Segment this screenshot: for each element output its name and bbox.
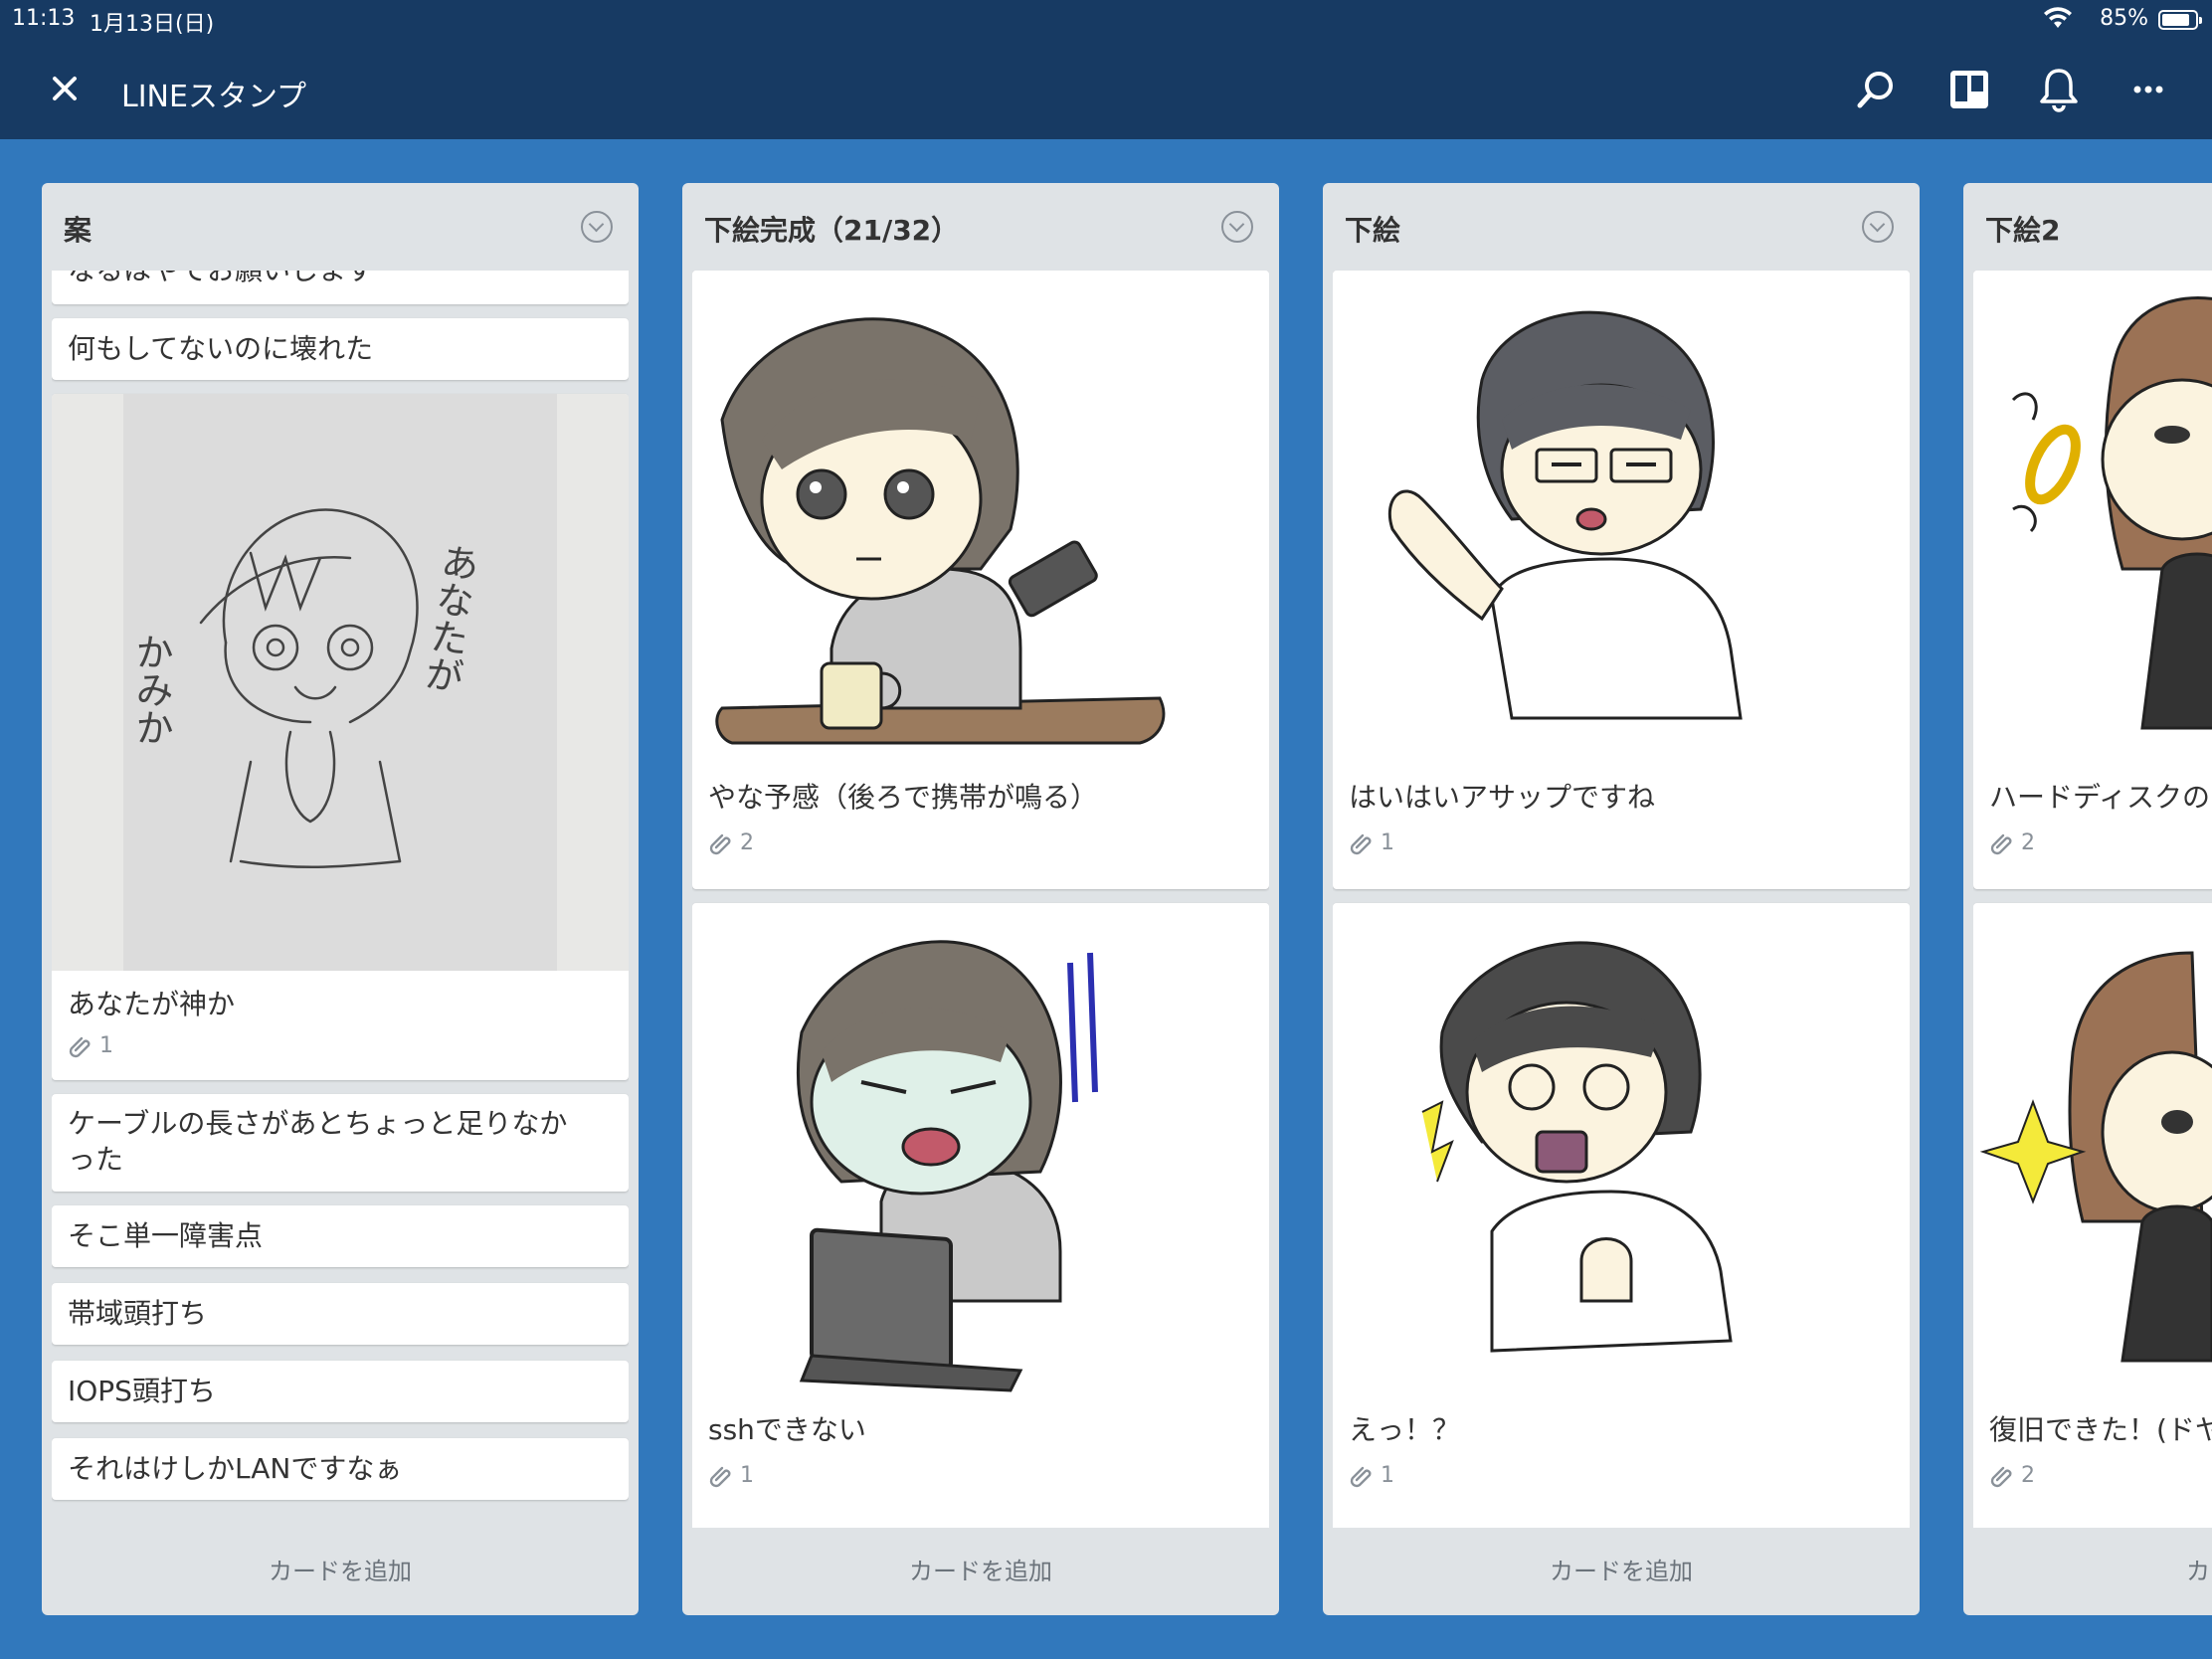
battery-icon (2158, 10, 2202, 30)
list: 下絵2 ハードディスクの 2 復旧できた！(ドヤ 2 カ (1963, 183, 2212, 1615)
attachment-count: 2 (2021, 830, 2035, 855)
attachment-count: 1 (1381, 1462, 1394, 1488)
attachment-count: 1 (740, 1462, 754, 1488)
card[interactable]: はいはいアサップですね 1 (1333, 271, 1910, 889)
wifi-icon (2043, 6, 2073, 36)
board: 案 なるはやでお願いします 何もしてないのに壊れた (0, 139, 2212, 1659)
add-card-button[interactable]: カ (1963, 1528, 2212, 1615)
list-title: 下絵 (1345, 214, 1401, 247)
card[interactable]: sshできない 1 (692, 903, 1269, 1528)
add-card-button[interactable]: カードを追加 (682, 1528, 1279, 1615)
paperclip-icon (1350, 1466, 1372, 1488)
card-title: なるはやでお願いします (68, 271, 374, 288)
attachment-badge: 2 (708, 830, 754, 855)
card-title: 何もしてないのに壊れた (68, 332, 374, 365)
card-cover-illustration (1333, 271, 1910, 768)
card-cover-illustration (1973, 903, 2212, 1400)
list-menu-icon[interactable] (1862, 211, 1894, 243)
card-cover-illustration (1333, 903, 1910, 1400)
card[interactable]: やな予感（後ろで携帯が鳴る） 2 (692, 271, 1269, 889)
list-title: 下絵2 (1985, 214, 2061, 247)
list-menu-icon[interactable] (581, 211, 613, 243)
board-header: LINEスタンプ (0, 40, 2212, 139)
card-cover-illustration (692, 271, 1269, 768)
card-cover-sketch: あなたが かみか (52, 394, 629, 971)
list-cards: なるはやでお願いします 何もしてないのに壊れた (52, 271, 629, 1528)
card[interactable]: IOPS頭打ち (52, 1361, 629, 1422)
list-cards: ハードディスクの 2 復旧できた！(ドヤ 2 (1973, 271, 2212, 1528)
sketch-text: かみか (129, 633, 173, 746)
bell-icon[interactable] (2031, 62, 2087, 117)
close-icon[interactable] (40, 64, 90, 113)
list: 下絵 はいはいアサップですね 1 えっ！？ 1 カードを追加 (1323, 183, 1920, 1615)
card-title: はいはいアサップですね (1349, 781, 1656, 814)
attachment-badge: 2 (1989, 830, 2035, 855)
paperclip-icon (1990, 833, 2012, 855)
battery-percent: 85% (2100, 6, 2148, 31)
list-title: 案 (64, 214, 92, 247)
list-title: 下絵完成（21/32） (704, 214, 960, 247)
card-title: やな予感（後ろで携帯が鳴る） (708, 781, 1099, 814)
attachment-badge: 1 (1349, 830, 1394, 855)
list-header: 案 (42, 183, 639, 271)
attachment-badge: 2 (1989, 1462, 2035, 1488)
card-title-cont: った (68, 1143, 124, 1176)
card[interactable]: あなたが かみか あなたが神か 1 (52, 394, 629, 1080)
card[interactable]: 何もしてないのに壊れた (52, 318, 629, 380)
paperclip-icon (1350, 833, 1372, 855)
add-card-button[interactable]: カードを追加 (1323, 1528, 1920, 1615)
card-title: ケーブルの長さがあとちょっと足りなか (68, 1107, 568, 1140)
attachment-count: 1 (1381, 830, 1394, 855)
list-header: 下絵2 (1963, 183, 2212, 271)
card[interactable]: 帯域頭打ち (52, 1283, 629, 1345)
attachment-badge: 1 (1349, 1462, 1394, 1488)
list-cards: はいはいアサップですね 1 えっ！？ 1 (1333, 271, 1910, 1528)
status-bar: 11:13 1月13日(日) 85% (0, 0, 2212, 40)
add-card-button[interactable]: カードを追加 (42, 1528, 639, 1615)
card-title: えっ！？ (1349, 1413, 1461, 1446)
card-title: 帯域頭打ち (68, 1297, 208, 1330)
card-title: 復旧できた！(ドヤ (1989, 1413, 2212, 1446)
more-icon[interactable] (2120, 62, 2176, 117)
card-title: ハードディスクの (1989, 781, 2211, 814)
battery-fill (2162, 14, 2189, 26)
list-menu-icon[interactable] (1221, 211, 1253, 243)
list: 案 なるはやでお願いします 何もしてないのに壊れた (42, 183, 639, 1615)
card[interactable]: ハードディスクの 2 (1973, 271, 2212, 889)
list-cards: やな予感（後ろで携帯が鳴る） 2 sshできない 1 (692, 271, 1269, 1528)
search-icon[interactable] (1848, 62, 1904, 117)
attachment-count: 2 (2021, 1462, 2035, 1488)
attachment-count: 2 (740, 830, 754, 855)
card-title: IOPS頭打ち (68, 1375, 216, 1407)
card[interactable]: そこ単一障害点 (52, 1205, 629, 1267)
card-title: あなたが神か (68, 988, 236, 1020)
card-title: それはけしかLANですなぁ (68, 1452, 403, 1485)
card-cover-illustration (1973, 271, 2212, 768)
card[interactable]: なるはやでお願いします (52, 271, 629, 304)
card[interactable]: 復旧できた！(ドヤ 2 (1973, 903, 2212, 1528)
paperclip-icon (69, 1036, 91, 1058)
paperclip-icon (709, 833, 731, 855)
paperclip-icon (1990, 1466, 2012, 1488)
attachment-count: 1 (99, 1032, 113, 1058)
list-header: 下絵完成（21/32） (682, 183, 1279, 271)
card-title: sshできない (708, 1413, 866, 1446)
card-cover-illustration (692, 903, 1269, 1400)
list: 下絵完成（21/32） やな予感（後ろで携帯が鳴る） 2 sshできない 1 カ… (682, 183, 1279, 1615)
status-date: 1月13日(日) (90, 12, 215, 37)
attachment-badge: 1 (68, 1032, 113, 1058)
paperclip-icon (709, 1466, 731, 1488)
board-title: LINEスタンプ (121, 80, 307, 114)
card[interactable]: それはけしかLANですなぁ (52, 1438, 629, 1500)
status-time: 11:13 (12, 6, 76, 31)
card[interactable]: ケーブルの長さがあとちょっと足りなか った (52, 1094, 629, 1192)
board-view-icon[interactable] (1941, 62, 1997, 117)
card[interactable]: えっ！？ 1 (1333, 903, 1910, 1528)
attachment-badge: 1 (708, 1462, 754, 1488)
list-header: 下絵 (1323, 183, 1920, 271)
card-title: そこ単一障害点 (68, 1219, 264, 1252)
